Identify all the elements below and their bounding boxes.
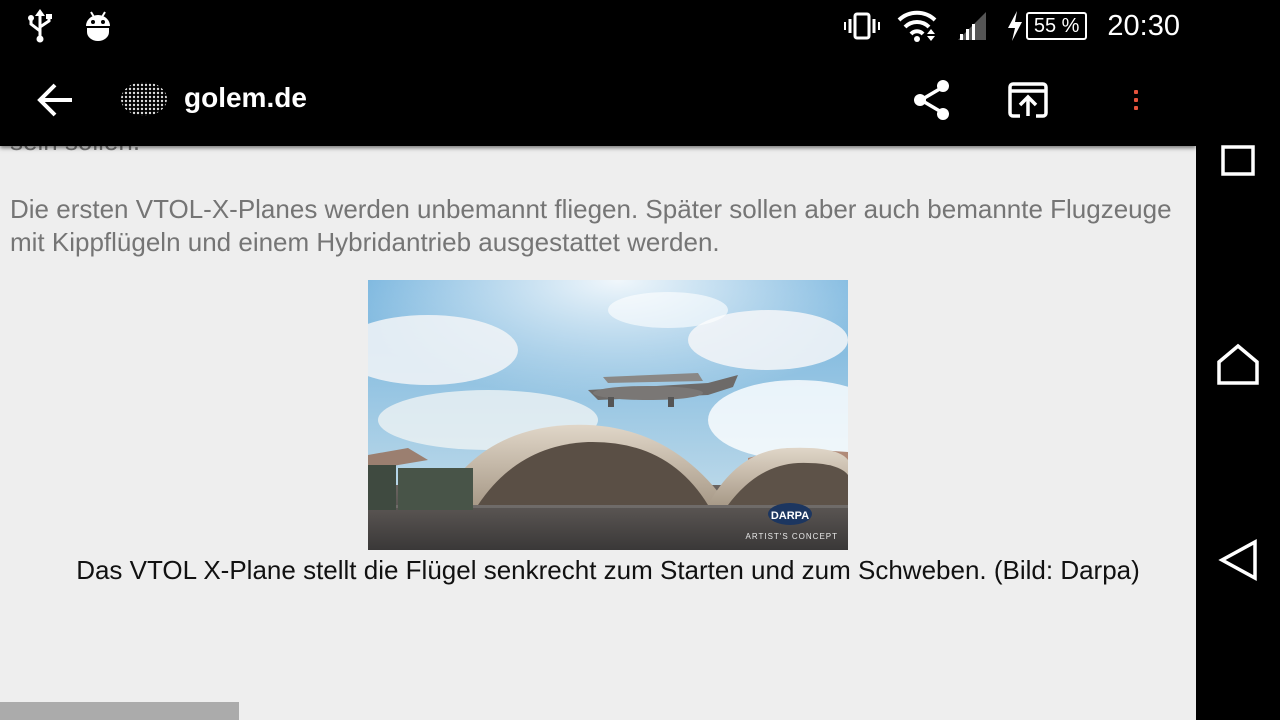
image-overlay-text: ARTIST'S CONCEPT [746, 532, 839, 541]
darpa-logo: DARPA [771, 510, 809, 522]
arrow-back-icon [37, 83, 72, 117]
cell-signal-icon [954, 8, 990, 44]
navigation-bar [1196, 0, 1280, 720]
article-paragraph: Die ersten VTOL-X-Planes werden unbemann… [10, 194, 1172, 257]
more-options-button[interactable] [1118, 78, 1154, 122]
share-icon [914, 80, 949, 120]
home-button[interactable] [1214, 340, 1262, 388]
charging-icon [1007, 11, 1022, 41]
home-icon [1217, 343, 1259, 385]
page-progress-bar [0, 702, 240, 720]
image-caption: Das VTOL X-Plane stellt die Flügel senkr… [76, 555, 1140, 585]
more-vert-icon [1134, 90, 1138, 94]
app-toolbar: golem.de [0, 52, 1196, 146]
vibrate-icon [843, 8, 880, 44]
nav-back-triangle-icon [1218, 539, 1257, 581]
system-back-button[interactable] [1214, 536, 1262, 584]
site-favicon [120, 79, 168, 119]
recents-square-icon [1221, 145, 1255, 176]
open-in-browser-button[interactable] [1006, 78, 1050, 122]
page-title: golem.de [184, 82, 307, 113]
share-button[interactable] [908, 78, 956, 122]
open-in-browser-icon [1008, 82, 1048, 118]
article-content[interactable]: sein sollen. Die ersten VTOL-X-Planes we… [0, 146, 1196, 720]
partial-text-line: sein sollen. [10, 146, 140, 157]
android-debug-icon [80, 8, 116, 44]
wifi-icon [896, 8, 938, 44]
article-image[interactable]: DARPA ARTIST'S CONCEPT [368, 280, 848, 550]
clock: 20:30 [1107, 9, 1180, 42]
battery-percent: 55 % [1033, 14, 1080, 37]
back-button[interactable] [34, 80, 78, 120]
recents-button[interactable] [1214, 136, 1262, 184]
status-bar: 55 % 20:30 [0, 0, 1280, 52]
battery-indicator: 55 % [1006, 11, 1088, 41]
usb-icon [22, 8, 58, 44]
